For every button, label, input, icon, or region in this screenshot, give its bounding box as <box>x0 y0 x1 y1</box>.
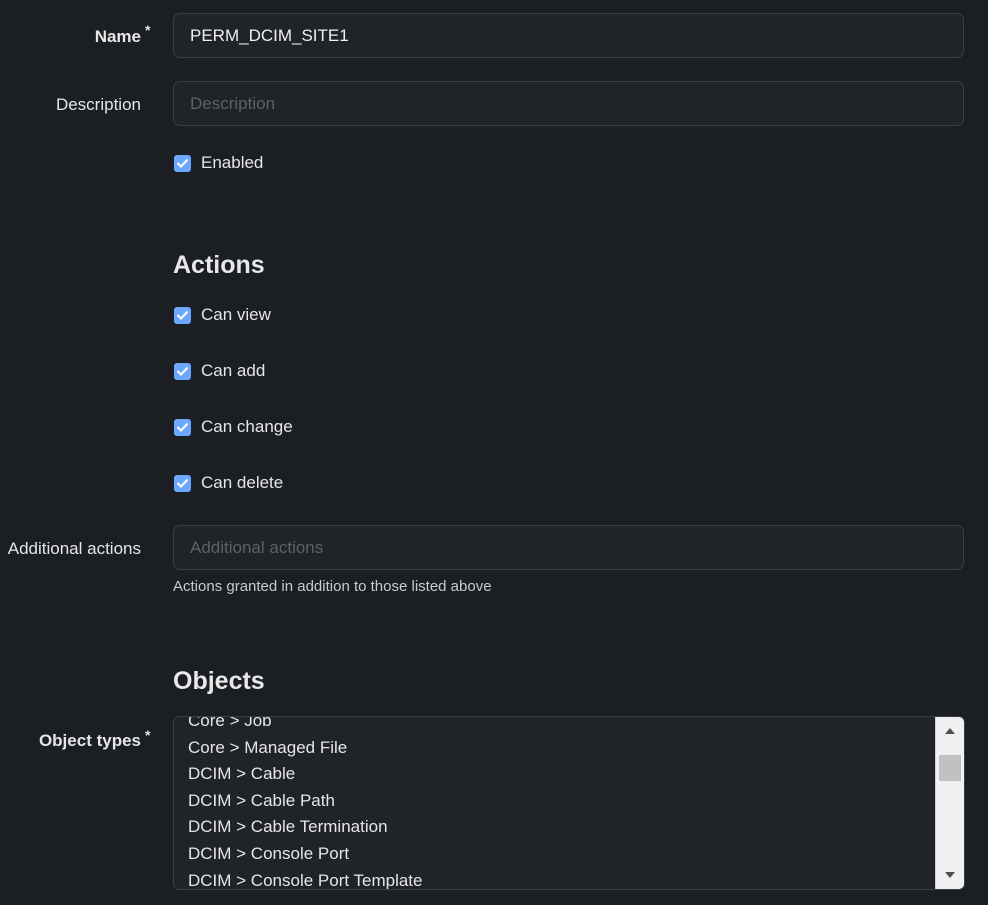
can-change-checkbox-row[interactable]: Can change <box>174 417 293 437</box>
can-add-checkbox[interactable] <box>174 362 191 380</box>
checkmark-icon <box>177 422 188 431</box>
checkmark-icon <box>177 310 188 319</box>
can-view-label: Can view <box>201 305 271 324</box>
object-type-option[interactable]: DCIM > Cable Path <box>174 788 934 815</box>
object-types-scrollbar[interactable] <box>935 717 964 889</box>
name-input[interactable] <box>173 13 964 58</box>
object-types-label: Object types <box>38 731 141 750</box>
object-type-option[interactable]: DCIM > Cable Termination <box>174 814 934 841</box>
can-add-label: Can add <box>201 361 266 380</box>
can-delete-checkbox-row[interactable]: Can delete <box>174 473 283 493</box>
actions-section-title: Actions <box>173 251 265 279</box>
objects-section-title: Objects <box>173 667 265 695</box>
object-type-option[interactable]: Core > Managed File <box>174 735 934 762</box>
additional-actions-help-text: Actions granted in addition to those lis… <box>173 578 492 595</box>
can-add-checkbox-row[interactable]: Can add <box>174 361 265 381</box>
additional-actions-label: Additional actions <box>7 539 141 558</box>
object-type-option[interactable]: DCIM > Cable <box>174 761 934 788</box>
can-view-checkbox[interactable] <box>174 306 191 324</box>
description-input[interactable] <box>173 81 964 126</box>
triangle-up-icon <box>945 728 955 734</box>
can-view-checkbox-row[interactable]: Can view <box>174 305 271 325</box>
scrollbar-thumb[interactable] <box>939 755 961 781</box>
permission-form: Name * Description Enabled Actions Can v… <box>0 0 988 905</box>
object-type-option[interactable]: Core > Job <box>174 717 934 735</box>
object-types-options: Core > Job Core > Managed File DCIM > Ca… <box>174 717 934 889</box>
object-types-required-mark: * <box>145 727 151 743</box>
object-type-option[interactable]: DCIM > Console Port <box>174 841 934 868</box>
can-change-label: Can change <box>201 417 293 436</box>
scroll-up-button[interactable] <box>936 717 964 745</box>
can-change-checkbox[interactable] <box>174 418 191 436</box>
triangle-down-icon <box>945 872 955 878</box>
checkmark-icon <box>177 158 188 167</box>
name-label: Name <box>94 27 141 46</box>
name-required-mark: * <box>145 22 151 38</box>
enabled-checkbox[interactable] <box>174 154 191 172</box>
can-delete-label: Can delete <box>201 473 284 492</box>
checkmark-icon <box>177 366 188 375</box>
enabled-checkbox-row[interactable]: Enabled <box>174 153 263 173</box>
object-types-select[interactable]: Core > Job Core > Managed File DCIM > Ca… <box>173 716 965 890</box>
checkmark-icon <box>177 478 188 487</box>
can-delete-checkbox[interactable] <box>174 474 191 492</box>
additional-actions-input[interactable] <box>173 525 964 570</box>
scroll-down-button[interactable] <box>936 861 964 889</box>
enabled-label: Enabled <box>201 153 264 172</box>
description-label: Description <box>55 95 141 114</box>
object-type-option[interactable]: DCIM > Console Port Template <box>174 868 934 889</box>
